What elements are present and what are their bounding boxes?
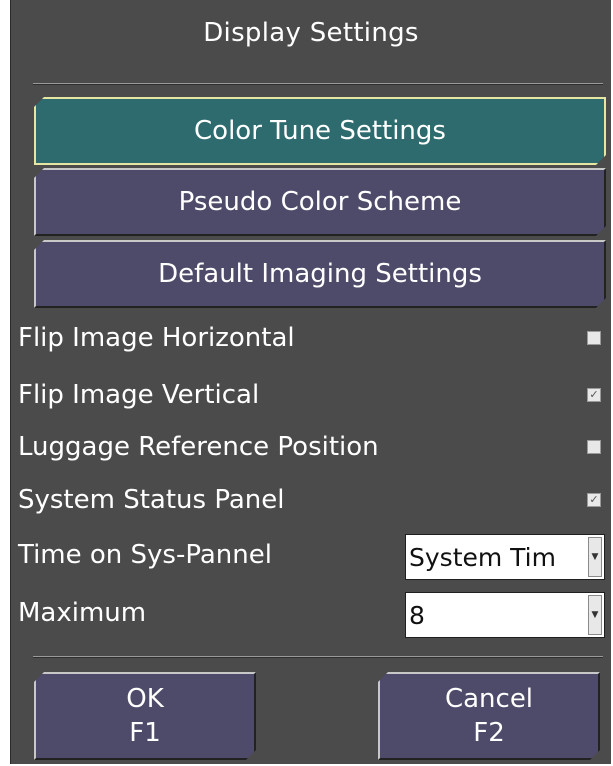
- flip-horizontal-checkbox[interactable]: [587, 331, 601, 345]
- maximum-label: Maximum: [18, 598, 147, 628]
- ok-button[interactable]: OK F1: [34, 672, 256, 760]
- luggage-reference-checkbox[interactable]: [587, 440, 601, 454]
- time-on-sys-panel-value: System Tim: [409, 542, 556, 572]
- luggage-reference-label: Luggage Reference Position: [18, 432, 379, 462]
- title-divider: [33, 83, 603, 85]
- maximum-select[interactable]: 8 ▼: [405, 592, 605, 638]
- system-status-panel-row[interactable]: System Status Panel ✓: [11, 477, 611, 523]
- time-on-sys-panel-label: Time on Sys-Pannel: [18, 540, 272, 570]
- pseudo-color-scheme-label: Pseudo Color Scheme: [178, 187, 462, 217]
- flip-horizontal-label: Flip Image Horizontal: [18, 323, 295, 353]
- chevron-down-icon[interactable]: ▼: [588, 537, 602, 577]
- display-settings-dialog: Display Settings Color Tune Settings Pse…: [10, 0, 611, 764]
- flip-vertical-checkbox[interactable]: ✓: [587, 388, 601, 402]
- chevron-down-icon[interactable]: ▼: [588, 595, 602, 635]
- cancel-shortcut: F2: [473, 718, 505, 748]
- system-status-panel-checkbox[interactable]: ✓: [587, 493, 601, 507]
- time-on-sys-panel-select[interactable]: System Tim ▼: [405, 534, 605, 580]
- footer-divider: [33, 656, 603, 658]
- system-status-panel-label: System Status Panel: [18, 485, 285, 515]
- ok-label: OK: [126, 684, 164, 714]
- cancel-button[interactable]: Cancel F2: [378, 672, 600, 760]
- default-imaging-settings-button[interactable]: Default Imaging Settings: [34, 240, 606, 308]
- flip-horizontal-row[interactable]: Flip Image Horizontal: [11, 315, 611, 361]
- flip-vertical-label: Flip Image Vertical: [18, 380, 260, 410]
- default-imaging-settings-label: Default Imaging Settings: [158, 259, 482, 289]
- cancel-label: Cancel: [444, 684, 534, 714]
- dialog-title: Display Settings: [203, 18, 419, 48]
- color-tune-settings-button[interactable]: Color Tune Settings: [34, 97, 606, 165]
- luggage-reference-row[interactable]: Luggage Reference Position: [11, 424, 611, 470]
- color-tune-settings-label: Color Tune Settings: [194, 116, 446, 146]
- maximum-value: 8: [409, 600, 425, 630]
- flip-vertical-row[interactable]: Flip Image Vertical ✓: [11, 372, 611, 418]
- ok-shortcut: F1: [129, 718, 161, 748]
- pseudo-color-scheme-button[interactable]: Pseudo Color Scheme: [34, 168, 606, 236]
